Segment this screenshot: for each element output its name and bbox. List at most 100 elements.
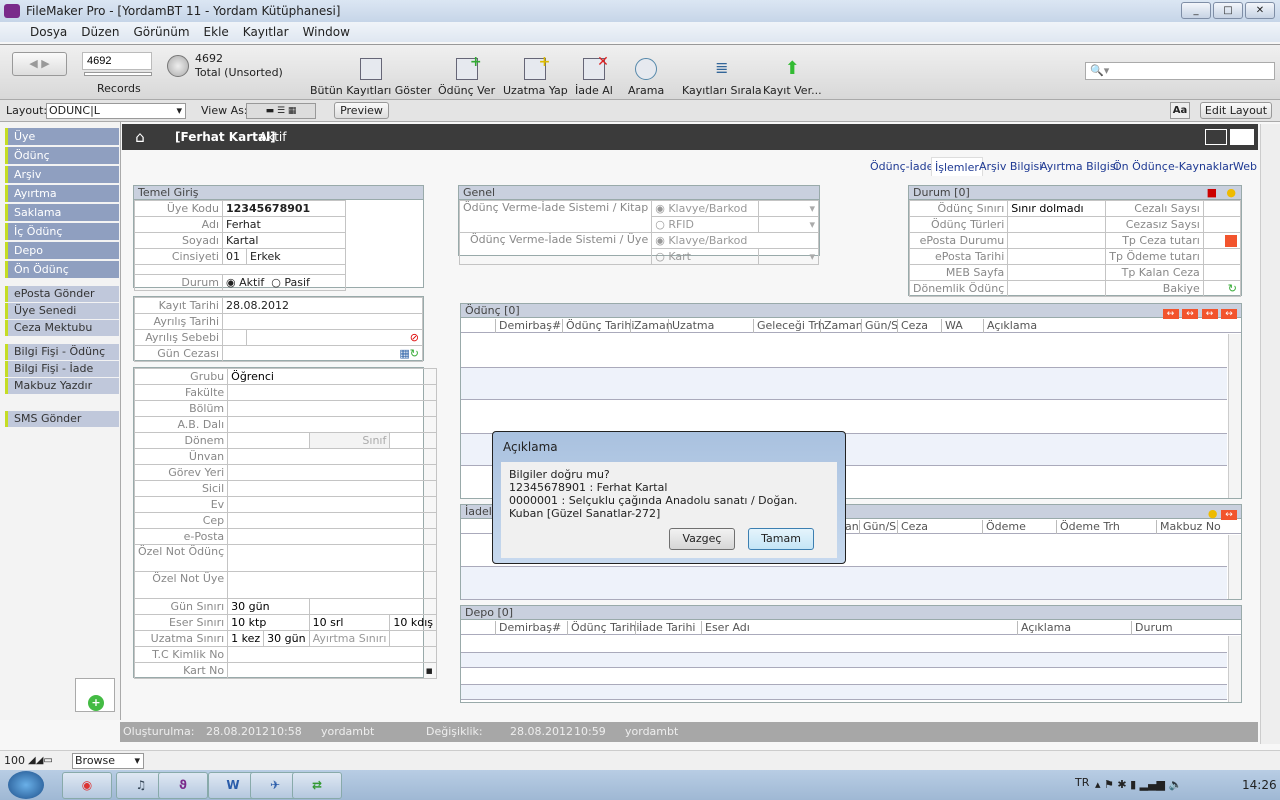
taskbar-chrome-icon[interactable]: ◉ xyxy=(62,772,112,799)
edit-layout-button[interactable]: Edit Layout xyxy=(1200,102,1272,119)
alert-icon[interactable] xyxy=(1225,234,1237,247)
export-button[interactable]: ⬆ Kayıt Ver... xyxy=(763,58,822,97)
maximize-button[interactable]: □ xyxy=(1213,2,1243,19)
sicil-field[interactable] xyxy=(227,480,438,497)
language-indicator[interactable]: TR xyxy=(1075,770,1089,796)
table-row[interactable] xyxy=(461,566,1227,600)
durum-value-field[interactable] xyxy=(1007,280,1107,297)
donem-field[interactable] xyxy=(227,432,310,449)
ev-field[interactable] xyxy=(227,496,438,513)
odunc-column-header[interactable]: Ödünç Tarihi xyxy=(562,319,634,333)
sinif-field[interactable] xyxy=(389,432,438,449)
depo-column-header[interactable]: Ödünç Tarihi xyxy=(567,621,639,635)
layout-select[interactable]: ODUNC|L ▾ xyxy=(46,103,186,119)
sidebar-action[interactable]: Bilgi Fişi - İade xyxy=(5,361,119,377)
pie-icon[interactable] xyxy=(167,55,189,77)
book-navigation-icon[interactable]: ◀ ▶ xyxy=(12,52,67,76)
radio-uye-kart[interactable]: ○ Kart xyxy=(651,248,759,265)
quick-find-input[interactable]: 🔍▾ xyxy=(1085,62,1275,80)
durum-value-field[interactable] xyxy=(1007,264,1107,281)
durum-value-field[interactable] xyxy=(1202,248,1242,265)
odunc-column-header[interactable]: Gün/S xyxy=(861,319,898,333)
table-row[interactable] xyxy=(461,367,1227,400)
zoom-level[interactable]: 100 xyxy=(4,751,25,771)
calendar-icon[interactable]: ▦ xyxy=(399,347,409,360)
table-row[interactable] xyxy=(461,684,1227,700)
sidebar-action[interactable]: ePosta Gönder xyxy=(5,286,119,302)
odunc-column-header[interactable]: Ceza xyxy=(897,319,928,333)
form-view-icon[interactable] xyxy=(1205,129,1227,145)
text-format-button[interactable]: Aa xyxy=(1170,102,1190,119)
odunc-column-header[interactable]: Zaman xyxy=(820,319,863,333)
menu-window[interactable]: Window xyxy=(303,25,350,39)
sidebar-item[interactable]: İç Ödünç xyxy=(5,223,119,240)
iadeler-column-header[interactable]: Ödeme xyxy=(982,520,1026,534)
adi-field[interactable]: Ferhat xyxy=(222,216,346,233)
iadeler-column-header[interactable]: Ceza xyxy=(897,520,928,534)
sidebar-item[interactable]: Üye xyxy=(5,128,119,145)
eser-kdis-field[interactable]: 10 kdış xyxy=(389,614,438,631)
soyadi-field[interactable]: Kartal xyxy=(222,232,346,249)
durum-value-field[interactable] xyxy=(1202,216,1242,233)
arama-button[interactable]: Arama xyxy=(628,58,664,97)
ozel-not-odunc-field[interactable] xyxy=(227,544,438,572)
iadeler-column-header[interactable]: Ödeme Trh xyxy=(1056,520,1120,534)
sidebar-item[interactable]: Arşiv xyxy=(5,166,119,183)
home-icon[interactable]: ⌂ xyxy=(128,124,152,150)
cep-field[interactable] xyxy=(227,512,438,529)
depo-column-header[interactable]: Durum xyxy=(1131,621,1173,635)
iadeler-column-header[interactable]: Makbuz No xyxy=(1156,520,1221,534)
gun-cezasi-field[interactable]: ▦↻ xyxy=(222,345,423,362)
uye-kodu-field[interactable]: 12345678901 xyxy=(222,200,346,217)
ab-dali-field[interactable] xyxy=(227,416,438,433)
gorev-yeri-field[interactable] xyxy=(227,464,438,481)
dropdown[interactable]: ▾ xyxy=(758,248,819,265)
grubu-field[interactable]: Öğrenci xyxy=(227,368,438,385)
durum-value-field[interactable]: ↻ xyxy=(1202,280,1242,297)
minimize-button[interactable]: _ xyxy=(1181,2,1211,19)
expand-icon[interactable]: ↔ xyxy=(1221,309,1237,319)
ayrilis-tarihi-field[interactable] xyxy=(222,313,423,330)
tc-field[interactable] xyxy=(227,646,438,663)
gun-siniri-field[interactable]: 30 gün xyxy=(227,598,310,615)
radio-aktif[interactable]: ◉ Aktif xyxy=(226,276,264,289)
iade-al-button[interactable]: ✕ İade Al xyxy=(575,54,613,97)
sidebar-action[interactable]: Makbuz Yazdır xyxy=(5,378,119,394)
tab[interactable]: Arşiv Bilgisi xyxy=(976,157,1045,176)
kayit-tarihi-field[interactable]: 28.08.2012 xyxy=(222,297,423,314)
horizontal-scrollbar[interactable] xyxy=(150,755,1260,767)
odunc-column-header[interactable]: Demirbaş# xyxy=(495,319,561,333)
sebep-kod-field[interactable] xyxy=(222,329,247,346)
show-all-button[interactable]: Bütün Kayıtları Göster xyxy=(310,58,431,97)
tab[interactable]: Ödünç-İade xyxy=(867,157,936,176)
sidebar-item[interactable]: Depo xyxy=(5,242,119,259)
menu-kayitlar[interactable]: Kayıtlar xyxy=(243,25,289,39)
unvan-field[interactable] xyxy=(227,448,438,465)
odunc-column-header[interactable]: Geleceği Trh xyxy=(753,319,825,333)
record-number-input[interactable] xyxy=(82,52,152,70)
record-slider[interactable] xyxy=(84,72,152,76)
refresh-icon[interactable]: ↻ xyxy=(410,347,419,360)
menu-dosya[interactable]: Dosya xyxy=(30,25,67,39)
menu-duzen[interactable]: Düzen xyxy=(81,25,119,39)
tab[interactable]: Ön Ödünç xyxy=(1110,157,1171,176)
cinsiyet-field[interactable]: Erkek xyxy=(246,248,346,265)
taskbar-transfer-icon[interactable]: ⇄ xyxy=(292,772,342,799)
close-button[interactable]: ✕ xyxy=(1245,2,1275,19)
vazgec-button[interactable]: Vazgeç xyxy=(669,528,735,550)
cinsiyet-kod-field[interactable]: 01 xyxy=(222,248,247,265)
expand-icon[interactable]: ↔ xyxy=(1221,510,1237,520)
radio-kitap-rfid[interactable]: ○ RFID xyxy=(651,216,759,233)
odunc-ver-button[interactable]: + Ödünç Ver xyxy=(438,54,495,97)
durum-value-field[interactable] xyxy=(1007,248,1107,265)
refresh-icon[interactable]: ↻ xyxy=(1228,282,1237,295)
depo-column-header[interactable]: İade Tarihi xyxy=(635,621,695,635)
durum-value-field[interactable] xyxy=(1202,232,1242,249)
odunc-column-header[interactable]: Zaman xyxy=(630,319,673,333)
eposta-field[interactable] xyxy=(227,528,438,545)
sebep-field[interactable]: ⊘ xyxy=(246,329,423,346)
radio-pasif[interactable]: ○ Pasif xyxy=(271,276,310,289)
card-icon[interactable]: ▪ xyxy=(426,664,433,677)
taskbar-filemaker-icon[interactable]: ϑ xyxy=(158,772,208,799)
gift-icon[interactable]: ■ xyxy=(1207,186,1217,200)
